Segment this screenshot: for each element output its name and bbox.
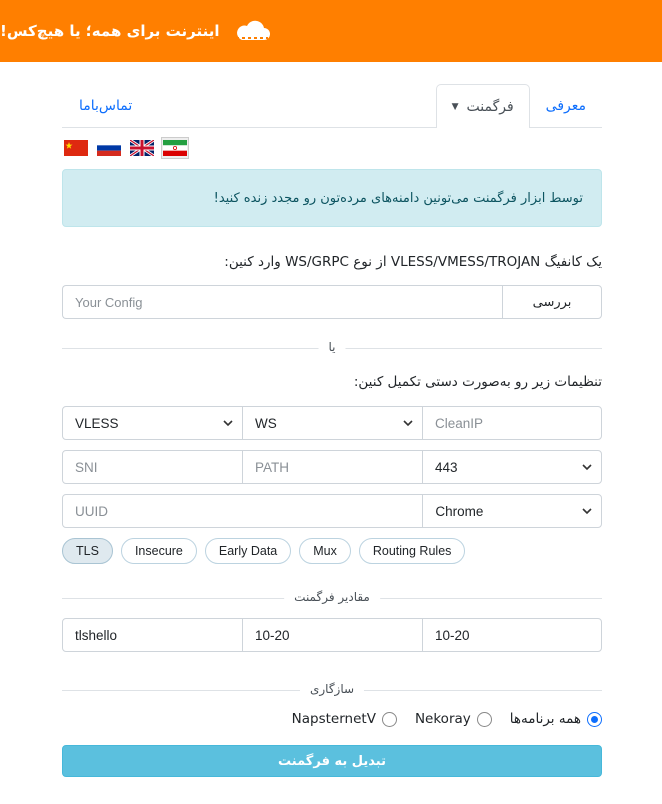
- caret-down-icon: ▼: [451, 101, 459, 112]
- early-data-toggle[interactable]: Early Data: [204, 538, 292, 564]
- convert-to-fragment-button[interactable]: تبدیل به فرگمنت: [62, 745, 602, 777]
- mux-toggle[interactable]: Mux: [299, 538, 351, 564]
- fragment-values-label: مقادیر فرگمنت: [284, 590, 380, 604]
- insecure-toggle[interactable]: Insecure: [120, 538, 197, 564]
- fingerprint-select-wrap: Chrome: [422, 494, 602, 528]
- fragment-length-input[interactable]: 10-20: [242, 618, 423, 652]
- cleanip-input[interactable]: [422, 406, 602, 440]
- radio-button[interactable]: [381, 711, 397, 727]
- compat-label: سازگاری: [299, 682, 365, 696]
- china-flag-icon[interactable]: [62, 137, 90, 159]
- fragment-values-row: tlshello 10-20 10-20: [62, 618, 602, 652]
- option-toggles: TLS Insecure Early Data Mux Routing Rule…: [62, 538, 473, 564]
- tab-intro[interactable]: معرفی: [530, 84, 602, 127]
- config-input[interactable]: [62, 285, 502, 319]
- info-alert: توسط ابزار فرگمنت می‌تونین دامنه‌های مرد…: [62, 169, 602, 227]
- iran-flag-icon[interactable]: [161, 137, 189, 159]
- uuid-input[interactable]: [62, 494, 424, 528]
- fragment-interval-input[interactable]: 10-20: [422, 618, 602, 652]
- radio-button[interactable]: [476, 711, 492, 727]
- or-label: یا: [318, 340, 346, 354]
- radio-napsternetv[interactable]: NapsternetV: [292, 711, 397, 727]
- radio-nekoray-label: Nekoray: [414, 711, 471, 727]
- manual-row-1: VLESS WS: [62, 406, 602, 440]
- routing-rules-toggle[interactable]: Routing Rules: [358, 538, 466, 564]
- uk-flag-icon[interactable]: [128, 137, 156, 159]
- manual-settings-label: تنظیمات زیر رو به‌صورت دستی تکمیل کنین:: [353, 374, 602, 390]
- russia-flag-icon[interactable]: [95, 137, 123, 159]
- compat-radio-group: همه برنامه‌ها Nekoray NapsternetV: [274, 711, 602, 727]
- language-flags: [62, 137, 194, 159]
- radio-all-apps[interactable]: همه برنامه‌ها: [510, 711, 602, 727]
- protocol-select[interactable]: VLESS: [62, 406, 243, 440]
- transport-select-wrap: WS: [242, 406, 423, 440]
- sni-input[interactable]: [62, 450, 243, 484]
- port-select-wrap: 443: [422, 450, 602, 484]
- config-label: یک کانفیگ VLESS/VMESS/TROJAN از نوع WS/G…: [224, 254, 602, 270]
- alert-text: توسط ابزار فرگمنت می‌تونین دامنه‌های مرد…: [213, 190, 583, 206]
- check-button[interactable]: بررسی: [502, 285, 602, 319]
- manual-row-3: Chrome: [62, 494, 602, 528]
- port-select[interactable]: 443: [422, 450, 602, 484]
- cloud-icon: [235, 20, 270, 40]
- fragment-packets-input[interactable]: tlshello: [62, 618, 243, 652]
- tab-fragment[interactable]: فرگمنت ▼: [435, 84, 530, 128]
- radio-nekoray[interactable]: Nekoray: [415, 711, 492, 727]
- radio-button-checked[interactable]: [587, 711, 602, 727]
- config-input-group: بررسی: [62, 285, 602, 319]
- tab-contact[interactable]: تماس‌باما: [62, 84, 148, 127]
- transport-select[interactable]: WS: [242, 406, 423, 440]
- tls-toggle[interactable]: TLS: [62, 538, 113, 564]
- top-header-bar: اینترنت برای همه؛ یا هیچ‌کس!: [0, 0, 662, 62]
- header-title: اینترنت برای همه؛ یا هیچ‌کس!: [0, 22, 220, 40]
- path-input[interactable]: [242, 450, 423, 484]
- radio-all-apps-label: همه برنامه‌ها: [509, 711, 581, 727]
- protocol-select-wrap: VLESS: [62, 406, 243, 440]
- nav-tabs: معرفی فرگمنت ▼ تماس‌باما: [62, 84, 602, 128]
- manual-row-2: 443: [62, 450, 602, 484]
- fingerprint-select[interactable]: Chrome: [422, 494, 602, 528]
- radio-napsternetv-label: NapsternetV: [291, 711, 376, 727]
- tab-fragment-label: فرگمنت: [466, 98, 514, 115]
